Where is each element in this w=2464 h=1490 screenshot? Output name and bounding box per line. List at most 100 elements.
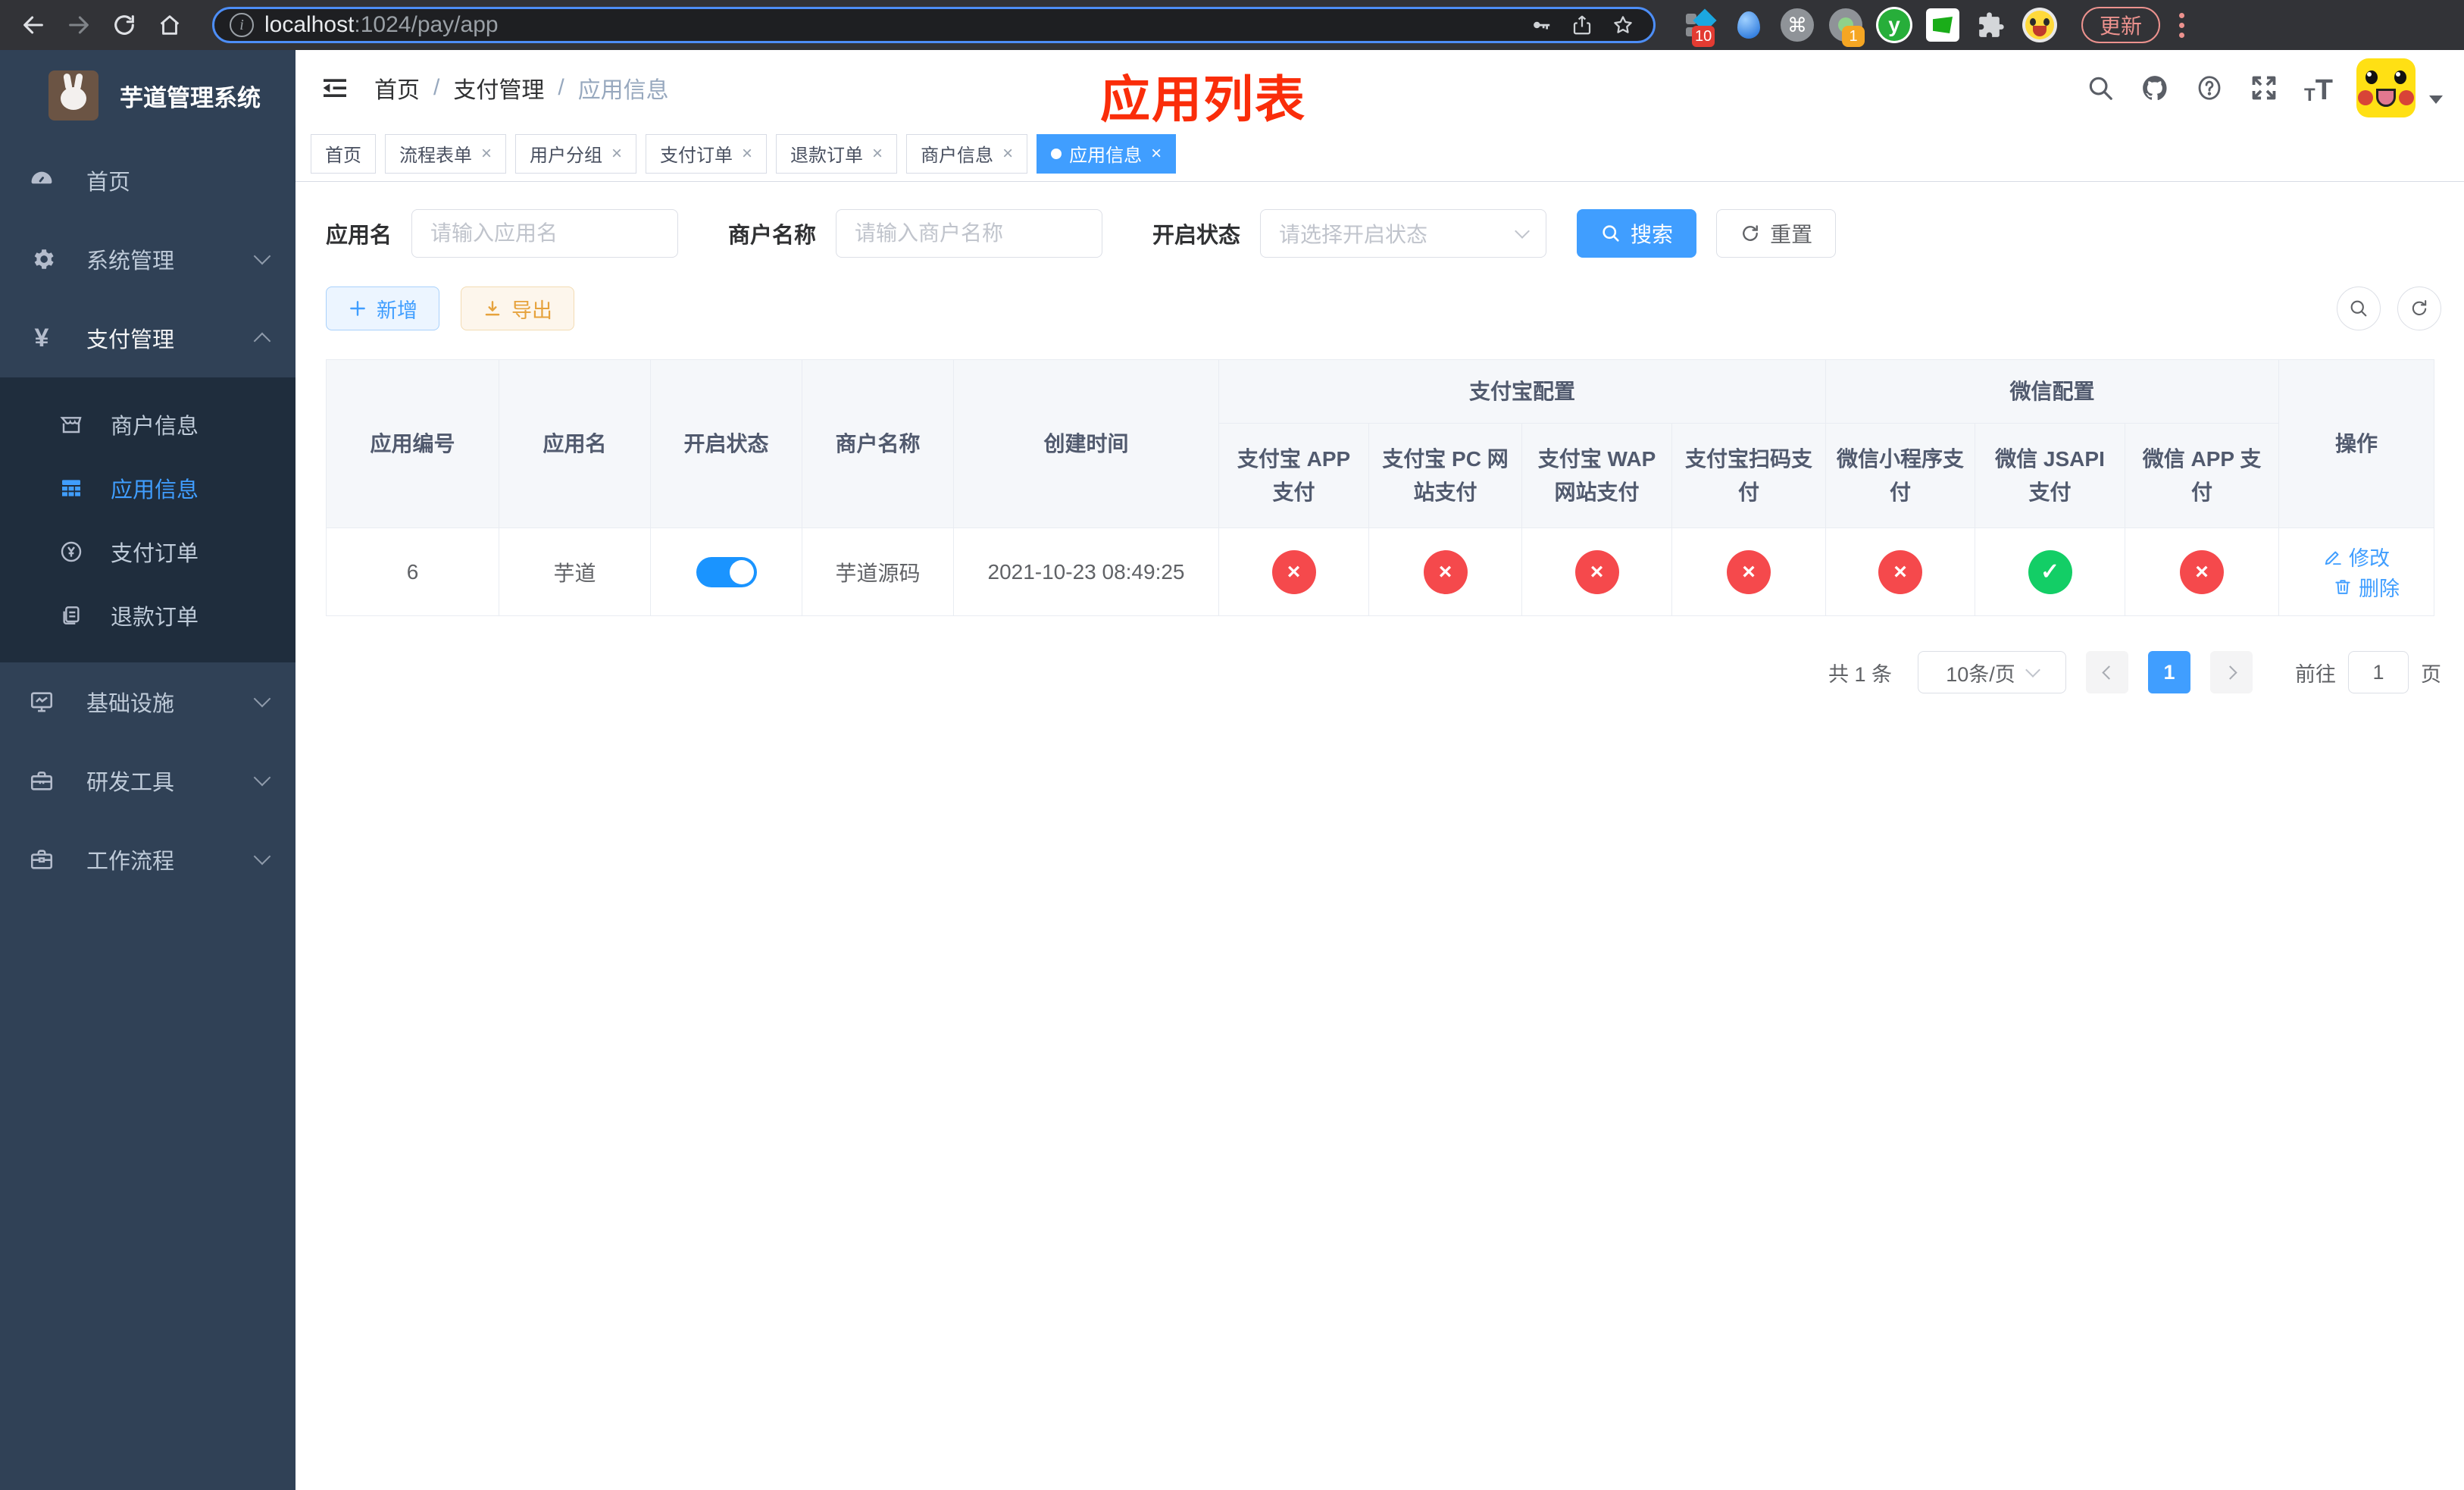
help-icon[interactable]	[2193, 71, 2226, 105]
share-icon[interactable]	[1567, 10, 1597, 40]
search-button[interactable]: 搜索	[1577, 209, 1697, 258]
github-icon[interactable]	[2138, 71, 2172, 105]
extension-command-icon[interactable]: ⌘	[1777, 5, 1818, 45]
url-bar[interactable]: i localhost:1024/pay/app	[212, 7, 1656, 43]
trash-icon	[2335, 580, 2350, 594]
sidebar-item-pay[interactable]: ¥ 支付管理	[0, 299, 295, 377]
yen-circle-icon	[59, 540, 83, 564]
next-page-button[interactable]	[2210, 651, 2253, 693]
table-grid-icon	[59, 476, 83, 500]
merchant-name-label: 商户名称	[728, 224, 817, 248]
password-key-icon[interactable]	[1526, 10, 1556, 40]
group-header-wechat: 微信配置	[1825, 359, 2280, 424]
reset-button[interactable]: 重置	[1716, 209, 1837, 258]
monitor-icon	[29, 689, 55, 715]
tab-pay-order[interactable]: 支付订单 ×	[646, 133, 768, 174]
tab-refund-order[interactable]: 退款订单 ×	[776, 133, 898, 174]
browser-forward-icon[interactable]	[59, 5, 98, 45]
extension-balloon-icon[interactable]	[1728, 5, 1769, 45]
user-avatar[interactable]	[2356, 58, 2416, 117]
col-header-alipay-app: 支付宝 APP 支付	[1218, 423, 1369, 528]
breadcrumb-home[interactable]: 首页	[374, 71, 420, 105]
sidebar-item-app-info[interactable]: 应用信息	[0, 456, 295, 520]
header-search-icon[interactable]	[2084, 71, 2117, 105]
sidebar: 芋道管理系统 首页 系统管理 ¥ 支付管理 商户信息 应用信息 支付订单 退款订…	[0, 50, 295, 1490]
browser-back-icon[interactable]	[14, 5, 53, 45]
cell-status	[650, 527, 802, 616]
add-button[interactable]: 新增	[326, 286, 439, 330]
toolbox-icon	[29, 768, 55, 794]
status-select[interactable]: 请选择开启状态	[1260, 209, 1547, 258]
col-header-status: 开启状态	[650, 359, 802, 528]
refresh-icon	[2412, 300, 2427, 316]
tab-process-form[interactable]: 流程表单 ×	[385, 133, 507, 174]
col-header-ops: 操作	[2278, 359, 2435, 528]
close-icon[interactable]: ×	[611, 143, 622, 164]
col-header-app-id: 应用编号	[326, 359, 499, 528]
pay-submenu: 商户信息 应用信息 支付订单 退款订单	[0, 377, 295, 662]
sidebar-item-home[interactable]: 首页	[0, 141, 295, 220]
bookmark-star-icon[interactable]	[1608, 10, 1638, 40]
table-row: 6 芋道 芋道源码 2021-10-23 08:49:25 × × × × × …	[326, 527, 2435, 616]
documents-icon	[59, 603, 83, 628]
chevron-down-icon	[2025, 662, 2040, 678]
chevron-down-icon	[253, 768, 271, 787]
yen-icon: ¥	[34, 323, 49, 352]
extension-y-icon[interactable]: y	[1874, 5, 1915, 45]
sidebar-item-workflow[interactable]: 工作流程	[0, 820, 295, 899]
hide-search-button[interactable]	[2337, 286, 2381, 330]
shop-icon	[59, 412, 83, 437]
tab-home[interactable]: 首页	[311, 133, 376, 174]
cell-alipay-wap: ×	[1521, 527, 1672, 616]
chevron-down-icon	[253, 847, 271, 866]
fullscreen-icon[interactable]	[2247, 71, 2281, 105]
browser-update-button[interactable]: 更新	[2081, 7, 2161, 43]
browser-chrome: i localhost:1024/pay/app 10 ⌘ 1 y 更新	[0, 0, 2464, 50]
cell-app-name: 芋道	[499, 527, 651, 616]
row-status-toggle[interactable]	[696, 556, 757, 587]
close-icon[interactable]: ×	[1002, 143, 1013, 164]
page-number-1[interactable]: 1	[2148, 651, 2190, 693]
status-badge: ✓	[2028, 549, 2072, 594]
profile-avatar-icon[interactable]	[2019, 5, 2060, 45]
close-icon[interactable]: ×	[481, 143, 492, 164]
browser-reload-icon[interactable]	[105, 5, 144, 45]
cell-wechat-jsapi: ✓	[1975, 527, 2126, 616]
sidebar-item-merchant-info[interactable]: 商户信息	[0, 393, 295, 456]
col-header-app-name: 应用名	[499, 359, 651, 528]
breadcrumb-pay[interactable]: 支付管理	[453, 71, 544, 105]
edit-button[interactable]: 修改	[2323, 542, 2390, 571]
tab-user-group[interactable]: 用户分组 ×	[515, 133, 637, 174]
close-icon[interactable]: ×	[1151, 143, 1162, 164]
refresh-table-button[interactable]	[2397, 286, 2441, 330]
font-size-icon[interactable]: TT	[2302, 71, 2335, 105]
url-text[interactable]: localhost:1024/pay/app	[264, 12, 1515, 38]
export-button[interactable]: 导出	[461, 286, 574, 330]
sidebar-item-refund-order[interactable]: 退款订单	[0, 584, 295, 647]
site-info-icon[interactable]: i	[230, 13, 254, 37]
app-name-input[interactable]	[411, 209, 679, 258]
sidebar-item-pay-order[interactable]: 支付订单	[0, 520, 295, 584]
status-badge: ×	[1727, 549, 1771, 594]
extension-diamond-icon[interactable]: 10	[1680, 5, 1721, 47]
sidebar-item-devtools[interactable]: 研发工具	[0, 741, 295, 820]
sidebar-item-system[interactable]: 系统管理	[0, 220, 295, 299]
page-size-select[interactable]: 10条/页	[1918, 651, 2066, 693]
extension-chat-icon[interactable]	[1922, 5, 1963, 45]
sidebar-fold-icon[interactable]	[318, 71, 352, 105]
extension-recorder-icon[interactable]: 1	[1825, 5, 1866, 47]
prev-page-button[interactable]	[2086, 651, 2128, 693]
sidebar-item-infra[interactable]: 基础设施	[0, 662, 295, 741]
browser-home-icon[interactable]	[150, 5, 189, 45]
goto-page-input[interactable]	[2348, 651, 2409, 693]
close-icon[interactable]: ×	[742, 143, 752, 164]
browser-menu-icon[interactable]	[2174, 12, 2189, 38]
extensions-puzzle-icon[interactable]	[1971, 5, 2012, 45]
tab-app-info[interactable]: 应用信息 ×	[1037, 133, 1177, 174]
close-icon[interactable]: ×	[872, 143, 883, 164]
tab-merchant-info[interactable]: 商户信息 ×	[906, 133, 1028, 174]
delete-button[interactable]: 删除	[2333, 572, 2400, 602]
merchant-name-input[interactable]	[836, 209, 1103, 258]
avatar-caret-icon[interactable]	[2429, 95, 2443, 104]
sidebar-logo[interactable]: 芋道管理系统	[0, 50, 295, 141]
